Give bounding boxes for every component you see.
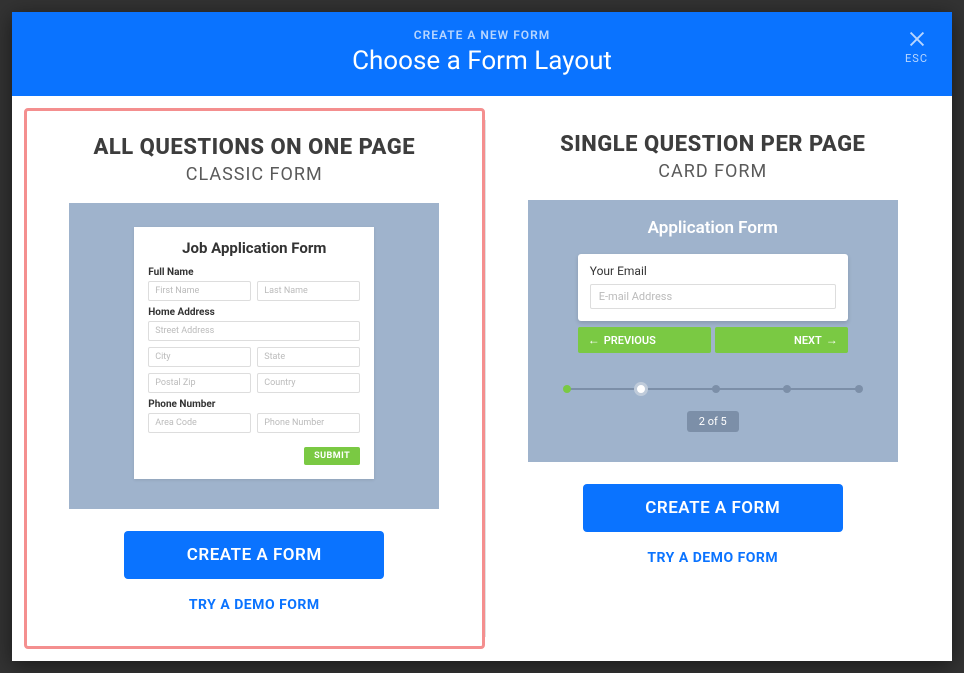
panel-subtitle: CLASSIC FORM	[186, 164, 323, 185]
create-classic-form-button[interactable]: CREATE A FORM	[124, 531, 384, 579]
panel-title: ALL QUESTIONS ON ONE PAGE	[93, 135, 415, 160]
card-preview-title: Application Form	[648, 218, 778, 238]
next-label: NEXT	[794, 334, 822, 347]
mini-input: State	[257, 347, 360, 367]
mini-input: Postal Zip	[148, 373, 251, 393]
progress-dot	[712, 385, 720, 393]
form-layout-modal: CREATE A NEW FORM Choose a Form Layout E…	[12, 12, 952, 661]
close-icon	[906, 28, 928, 50]
close-button[interactable]: ESC	[905, 28, 928, 65]
card-mini-form: Your Email E-mail Address	[578, 254, 848, 321]
try-classic-demo-link[interactable]: TRY A DEMO FORM	[189, 597, 320, 613]
header-subtitle: CREATE A NEW FORM	[32, 28, 932, 42]
close-label: ESC	[905, 52, 928, 65]
card-input: E-mail Address	[590, 284, 836, 309]
card-form-option[interactable]: SINGLE QUESTION PER PAGE CARD FORM Appli…	[486, 108, 941, 649]
mini-label-phone: Phone Number	[148, 399, 360, 410]
try-card-demo-link[interactable]: TRY A DEMO FORM	[647, 550, 778, 566]
panel-subtitle: CARD FORM	[658, 161, 767, 182]
mini-input: Country	[257, 373, 360, 393]
progress-bar	[563, 383, 863, 395]
progress-dot	[855, 385, 863, 393]
progress-dot-active	[634, 382, 648, 396]
progress-dot	[783, 385, 791, 393]
mini-input: Area Code	[148, 413, 251, 433]
header-title: Choose a Form Layout	[32, 46, 932, 76]
mini-input: Street Address	[148, 321, 360, 341]
classic-mini-form: Job Application Form Full Name First Nam…	[134, 227, 374, 479]
mini-input: City	[148, 347, 251, 367]
classic-preview: Job Application Form Full Name First Nam…	[69, 203, 439, 509]
prev-button: ← PREVIOUS	[578, 327, 711, 353]
modal-header: CREATE A NEW FORM Choose a Form Layout E…	[12, 12, 952, 96]
classic-form-option[interactable]: ALL QUESTIONS ON ONE PAGE CLASSIC FORM J…	[24, 108, 485, 649]
next-button: NEXT →	[715, 327, 848, 353]
step-indicator: 2 of 5	[687, 411, 739, 432]
mini-input: Last Name	[257, 281, 360, 301]
mini-label-address: Home Address	[148, 307, 360, 318]
mini-form-title: Job Application Form	[148, 239, 360, 257]
mini-input: Phone Number	[257, 413, 360, 433]
arrow-left-icon: ←	[588, 333, 600, 347]
mini-submit-button: SUBMIT	[304, 447, 360, 465]
prev-label: PREVIOUS	[604, 334, 656, 347]
progress-dot	[563, 385, 571, 393]
mini-input: First Name	[148, 281, 251, 301]
modal-body: ALL QUESTIONS ON ONE PAGE CLASSIC FORM J…	[12, 96, 952, 661]
panel-title: SINGLE QUESTION PER PAGE	[560, 132, 865, 157]
create-card-form-button[interactable]: CREATE A FORM	[583, 484, 843, 532]
card-label: Your Email	[590, 264, 836, 278]
card-preview: Application Form Your Email E-mail Addre…	[528, 200, 898, 462]
mini-label-fullname: Full Name	[148, 267, 360, 278]
arrow-right-icon: →	[826, 333, 838, 347]
